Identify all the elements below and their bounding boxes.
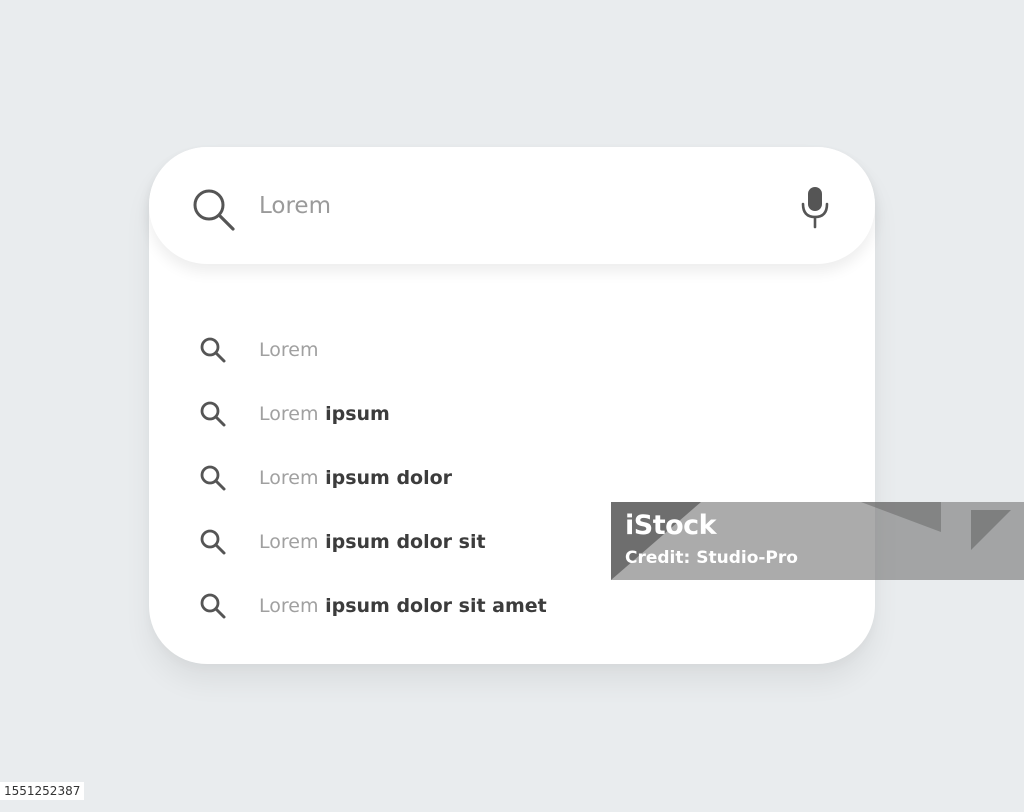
watermark-credit: Credit: Studio-Pro [625, 548, 798, 568]
watermark-shape [861, 502, 941, 532]
suggestion-label: Lorem ipsum [259, 403, 390, 425]
watermark-brand: iStock [625, 510, 717, 541]
search-input[interactable] [259, 192, 779, 220]
suggestion-item[interactable]: Lorem ipsum dolor sit amet [149, 574, 875, 638]
search-bar[interactable] [149, 147, 875, 264]
suggestion-list: Lorem Lorem ipsum Lorem ipsum dolor Lore… [149, 318, 875, 638]
suggestion-label: Lorem [259, 339, 319, 361]
suggestion-item[interactable]: Lorem ipsum dolor [149, 446, 875, 510]
search-icon [193, 189, 235, 231]
microphone-icon[interactable] [795, 185, 835, 229]
watermark-shape [971, 510, 1011, 550]
watermark: iStock Credit: Studio-Pro [611, 502, 1024, 580]
image-id-label: 1551252387 [0, 782, 85, 800]
search-icon [200, 529, 226, 555]
suggestion-label: Lorem ipsum dolor sit amet [259, 595, 547, 617]
suggestion-item[interactable]: Lorem [149, 318, 875, 382]
search-icon [200, 465, 226, 491]
search-icon [200, 337, 226, 363]
search-icon [200, 593, 226, 619]
suggestion-label: Lorem ipsum dolor sit [259, 531, 486, 553]
search-icon [200, 401, 226, 427]
suggestion-label: Lorem ipsum dolor [259, 467, 453, 489]
suggestion-item[interactable]: Lorem ipsum [149, 382, 875, 446]
